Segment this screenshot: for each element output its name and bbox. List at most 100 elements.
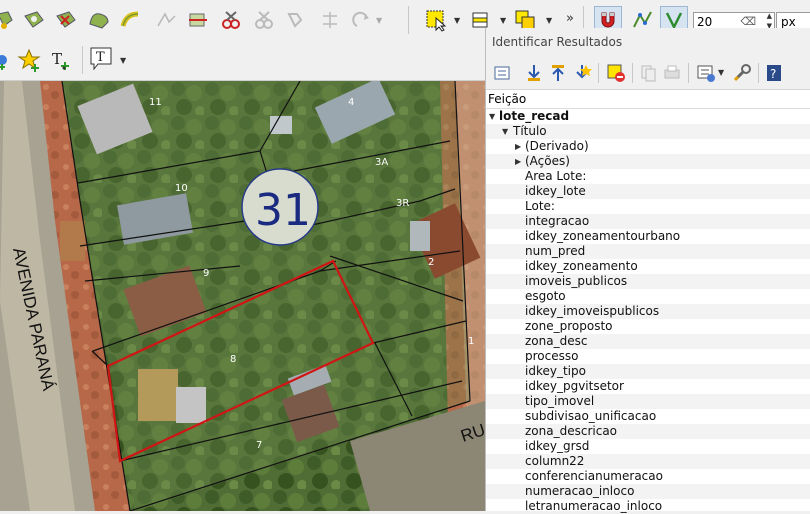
attribute-row[interactable]: subdivisao_unificacao: [486, 409, 810, 424]
results-tree: ▼ lote_recad ▼ Título ▶ (Derivado) ▶ (Aç…: [486, 109, 810, 514]
attribute-name: subdivisao_unificacao: [525, 409, 657, 423]
edit-node-icon[interactable]: [0, 8, 18, 32]
map-canvas[interactable]: AVENIDA PARANÁ RU 31 11 4 3A 10 3R 2 9 8…: [0, 81, 485, 511]
attribute-row[interactable]: numeracao_inloco: [486, 484, 810, 499]
offset-curve-icon[interactable]: [119, 8, 143, 32]
toolbar-separator: [688, 63, 689, 83]
attribute-row[interactable]: column22: [486, 454, 810, 469]
settings-wrench-icon[interactable]: [730, 61, 754, 85]
tree-expander-row[interactable]: ▶ (Ações): [486, 154, 810, 169]
attribute-row[interactable]: idkey_grsd: [486, 439, 810, 454]
attribute-row[interactable]: idkey_zoneamentourbano: [486, 229, 810, 244]
attribute-row[interactable]: conferencianumeracao: [486, 469, 810, 484]
attribute-name: idkey_imoveispublicos: [525, 304, 660, 318]
collapse-all-icon[interactable]: [546, 61, 570, 85]
svg-text:T: T: [52, 50, 62, 68]
attribute-row[interactable]: processo: [486, 349, 810, 364]
unit-value: px: [781, 15, 796, 29]
split-features-icon[interactable]: [186, 8, 210, 32]
attribute-name: idkey_pgvitsetor: [525, 379, 624, 393]
lot-label: 7: [256, 440, 262, 451]
attribute-row[interactable]: imoveis_publicos: [486, 274, 810, 289]
attribute-row[interactable]: idkey_lote: [486, 184, 810, 199]
attribute-row[interactable]: Lote:: [486, 199, 810, 214]
select-features-icon[interactable]: [424, 8, 448, 32]
attribute-row[interactable]: tipo_imovel: [486, 394, 810, 409]
attribute-name: integracao: [525, 214, 590, 228]
attribute-name: idkey_grsd: [525, 439, 590, 453]
attribute-name: tipo_imovel: [525, 394, 595, 408]
chevron-down-icon[interactable]: ▼: [718, 68, 724, 77]
attribute-name: conferencianumeracao: [525, 469, 663, 483]
panel-title: Identificar Resultados: [486, 28, 810, 57]
chevron-down-icon[interactable]: ▼: [546, 16, 552, 25]
attribute-name: esgoto: [525, 289, 566, 303]
expand-tree-icon[interactable]: [490, 61, 514, 85]
chevron-down-icon[interactable]: ▼: [120, 56, 126, 65]
attribute-name: Area Lote:: [525, 169, 587, 183]
svg-text:T: T: [96, 50, 105, 65]
svg-text:?: ?: [770, 67, 776, 81]
chevron-down-icon[interactable]: ▼: [500, 16, 506, 25]
toolbar-overflow-icon[interactable]: »: [566, 11, 574, 26]
attribute-row[interactable]: zone_proposto: [486, 319, 810, 334]
split-parts-icon[interactable]: [219, 8, 243, 32]
caret-collapsed-icon[interactable]: ▶: [515, 139, 521, 154]
toolbar-separator: [82, 46, 83, 74]
attribute-row[interactable]: idkey_tipo: [486, 364, 810, 379]
toolbar-separator: [758, 63, 759, 83]
identify-mode-icon[interactable]: [694, 61, 718, 85]
map-render: AVENIDA PARANÁ RU 31 11 4 3A 10 3R 2 9 8…: [0, 81, 485, 511]
simplify-icon: [154, 8, 178, 32]
add-vertex-icon[interactable]: [0, 48, 14, 72]
attribute-name: idkey_lote: [525, 184, 586, 198]
lot-label: 1: [468, 336, 474, 347]
identify-results-panel: Identificar Resultados ▼ ? Feição ▼ lote…: [485, 28, 810, 514]
attribute-name: Lote:: [525, 199, 555, 213]
attribute-name: zona_desc: [525, 334, 588, 348]
feature-title: Título: [513, 124, 547, 138]
lot-label: 9: [203, 268, 209, 279]
tree-expander-row[interactable]: ▶ (Derivado): [486, 139, 810, 154]
attribute-name: idkey_zoneamento: [525, 259, 638, 273]
attribute-row[interactable]: esgoto: [486, 289, 810, 304]
chevron-down-icon[interactable]: ▼: [454, 16, 460, 25]
caret-expanded-icon[interactable]: ▼: [489, 109, 495, 124]
add-star-annotation-icon[interactable]: [17, 48, 41, 72]
attribute-name: num_pred: [525, 244, 586, 258]
tree-layer-row[interactable]: ▼ lote_recad: [486, 109, 810, 124]
tree-feature-row[interactable]: ▼ Título: [486, 124, 810, 139]
add-text-annotation-icon[interactable]: T: [50, 48, 74, 72]
expand-new-results-icon[interactable]: [570, 61, 594, 85]
attribute-row[interactable]: zona_descricao: [486, 424, 810, 439]
attribute-row[interactable]: idkey_pgvitsetor: [486, 379, 810, 394]
attribute-name: idkey_tipo: [525, 364, 586, 378]
expand-all-icon[interactable]: [522, 61, 546, 85]
copy-feature-icon: [636, 61, 660, 85]
attribute-row[interactable]: zona_desc: [486, 334, 810, 349]
caret-expanded-icon[interactable]: ▼: [502, 124, 508, 139]
attribute-row[interactable]: num_pred: [486, 244, 810, 259]
attribute-row[interactable]: integracao: [486, 214, 810, 229]
label-toolbar: T T ▼: [0, 40, 485, 81]
attribute-row[interactable]: letranumeracao_inloco: [486, 499, 810, 514]
lot-label: 10: [175, 183, 188, 194]
attribute-name: zone_proposto: [525, 319, 613, 333]
lot-label: 3A: [375, 157, 388, 168]
attribute-row[interactable]: Area Lote:: [486, 169, 810, 184]
caret-collapsed-icon[interactable]: ▶: [515, 154, 521, 169]
delete-ring-icon[interactable]: [54, 8, 78, 32]
text-annotation-icon[interactable]: T: [88, 46, 112, 71]
layer-name: lote_recad: [499, 109, 570, 123]
reshape-icon[interactable]: [87, 8, 111, 32]
lot-label: 2: [428, 257, 434, 268]
merge-features-icon: [252, 8, 276, 32]
attribute-row[interactable]: idkey_imoveispublicos: [486, 304, 810, 319]
actions-label: (Ações): [525, 154, 570, 168]
add-ring-icon[interactable]: [22, 8, 46, 32]
chevron-down-icon[interactable]: ▼: [376, 16, 382, 25]
help-icon[interactable]: ?: [762, 61, 786, 85]
lot-label: 8: [230, 354, 236, 365]
clear-results-icon[interactable]: [604, 61, 628, 85]
attribute-row[interactable]: idkey_zoneamento: [486, 259, 810, 274]
